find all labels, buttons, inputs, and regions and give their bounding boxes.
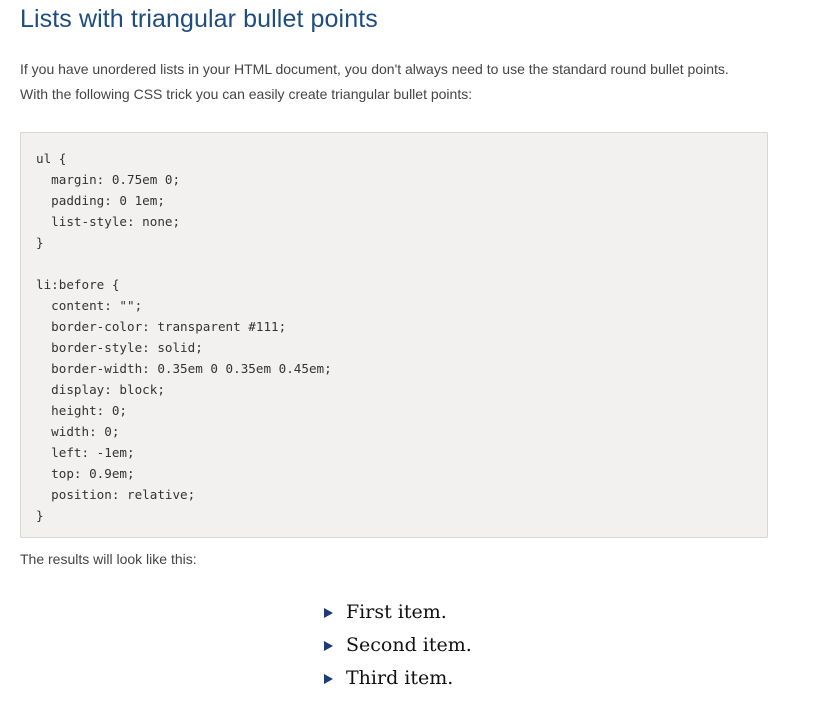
demo-list: First item. Second item. Third item. — [320, 596, 472, 695]
triangle-right-icon — [324, 673, 333, 684]
list-item-label: Second item. — [346, 634, 472, 656]
list-item-label: Third item. — [346, 667, 454, 689]
page-title: Lists with triangular bullet points — [20, 5, 378, 33]
list-item-label: First item. — [346, 601, 447, 623]
list-item: Third item. — [320, 662, 472, 695]
results-label: The results will look like this: — [20, 551, 197, 567]
intro-paragraph: If you have unordered lists in your HTML… — [20, 57, 780, 107]
intro-line-1: If you have unordered lists in your HTML… — [20, 61, 729, 77]
triangle-right-icon — [324, 607, 333, 618]
code-content: ul { margin: 0.75em 0; padding: 0 1em; l… — [36, 151, 332, 523]
list-item: Second item. — [320, 629, 472, 662]
list-item: First item. — [320, 596, 472, 629]
intro-line-2: With the following CSS trick you can eas… — [20, 86, 473, 102]
triangle-right-icon — [324, 640, 333, 651]
code-block: ul { margin: 0.75em 0; padding: 0 1em; l… — [20, 132, 768, 538]
